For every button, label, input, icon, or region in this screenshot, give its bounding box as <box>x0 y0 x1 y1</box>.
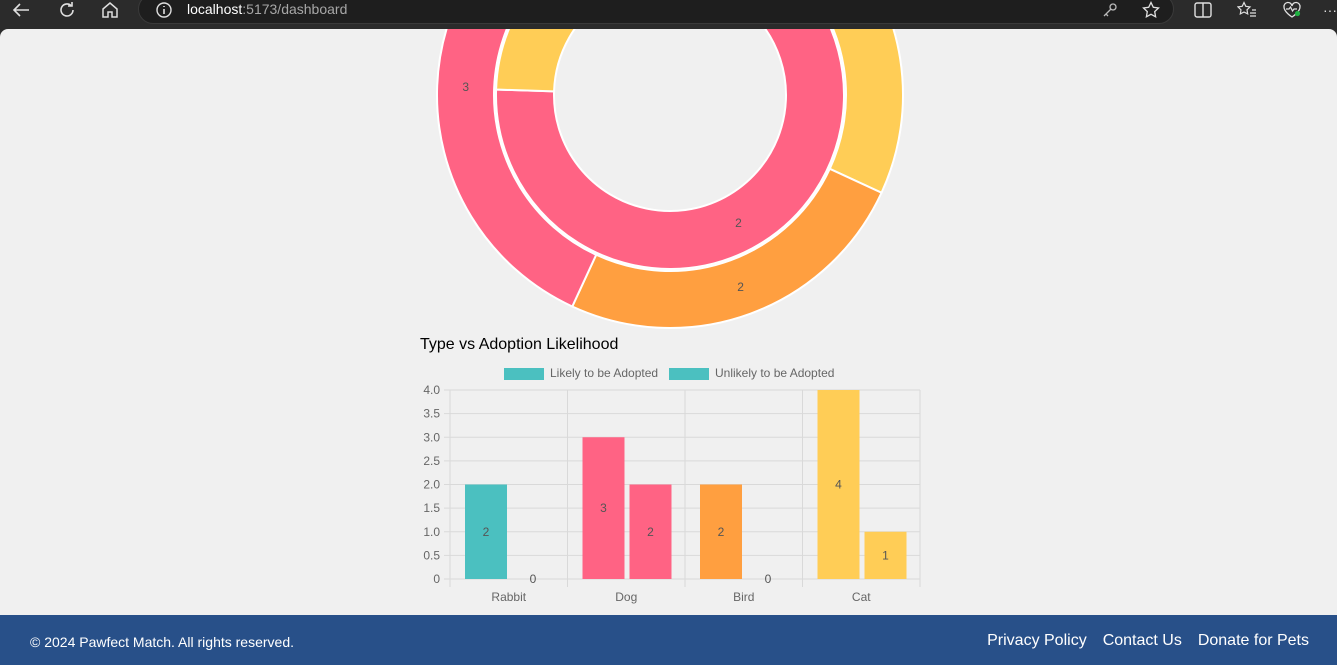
favorite-star-icon[interactable] <box>1140 0 1162 20</box>
site-footer: © 2024 Pawfect Match. All rights reserve… <box>0 615 1337 665</box>
legend-swatch[interactable] <box>669 368 709 380</box>
bar-value-label: 0 <box>765 572 772 586</box>
more-options-icon[interactable]: ··· <box>1322 0 1337 20</box>
y-tick-label: 0 <box>433 572 440 586</box>
legend-swatch[interactable] <box>504 368 544 380</box>
home-icon[interactable] <box>99 0 121 20</box>
donate-for-pets-link[interactable]: Donate for Pets <box>1198 632 1309 650</box>
bar-value-label: 2 <box>718 525 725 539</box>
legend-label[interactable]: Likely to be Adopted <box>550 366 658 380</box>
x-tick-label: Dog <box>615 590 637 604</box>
split-screen-icon[interactable] <box>1192 0 1214 20</box>
bar-value-label: 2 <box>647 525 654 539</box>
x-tick-label: Cat <box>852 590 871 604</box>
y-tick-label: 2.5 <box>423 454 440 468</box>
back-icon[interactable] <box>10 0 32 20</box>
url-path: :5173/dashboard <box>242 1 348 17</box>
key-icon[interactable] <box>1100 0 1120 20</box>
browser-toolbar: localhost:5173/dashboard ··· <box>0 0 1337 29</box>
bar-value-label: 0 <box>530 572 537 586</box>
bar-chart: Likely to be Adopted Unlikely to be Adopt… <box>423 366 921 604</box>
site-info-icon[interactable] <box>154 0 174 20</box>
bar-value-label: 4 <box>835 478 842 492</box>
reload-icon[interactable] <box>56 0 78 20</box>
y-tick-label: 1.0 <box>423 525 440 539</box>
favorites-list-icon[interactable] <box>1236 0 1258 20</box>
y-tick-label: 2.0 <box>423 478 440 492</box>
bar-value-label: 1 <box>882 548 889 562</box>
contact-us-link[interactable]: Contact Us <box>1103 632 1182 650</box>
footer-copyright: © 2024 Pawfect Match. All rights reserve… <box>30 634 294 650</box>
y-tick-label: 3.5 <box>423 407 440 421</box>
page-viewport: 2302 Type vs Adoption Likelihood Likely … <box>0 29 1337 665</box>
legend-label[interactable]: Unlikely to be Adopted <box>715 366 834 380</box>
y-tick-label: 0.5 <box>423 548 440 562</box>
x-tick-label: Bird <box>733 590 754 604</box>
y-tick-label: 1.5 <box>423 501 440 515</box>
privacy-policy-link[interactable]: Privacy Policy <box>987 632 1087 650</box>
footer-links: Privacy Policy Contact Us Donate for Pet… <box>987 632 1309 650</box>
bar-value-label: 2 <box>483 525 490 539</box>
bar-value-label: 3 <box>600 501 607 515</box>
url-text[interactable]: localhost:5173/dashboard <box>187 1 347 17</box>
y-tick-label: 3.0 <box>423 430 440 444</box>
x-tick-label: Rabbit <box>491 590 526 604</box>
browser-essentials-icon[interactable] <box>1281 0 1303 20</box>
y-tick-label: 4.0 <box>423 383 440 397</box>
url-host: localhost <box>187 1 243 17</box>
